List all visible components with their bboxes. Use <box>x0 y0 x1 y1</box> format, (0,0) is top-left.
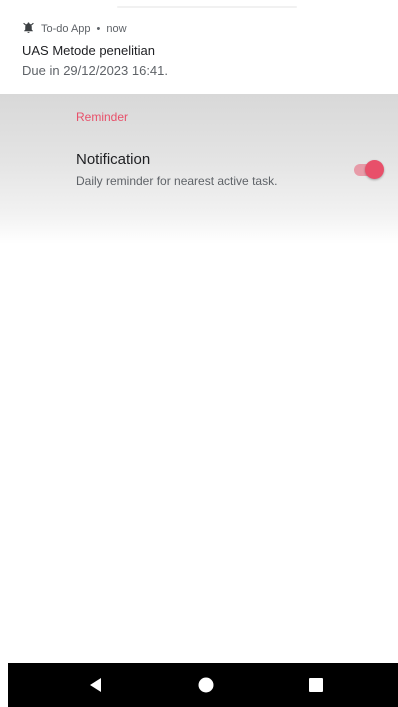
category-title-reminder: Reminder <box>76 110 129 124</box>
switch-thumb[interactable] <box>365 160 384 179</box>
recents-square-icon[interactable] <box>306 675 326 695</box>
notification-body: Due in 29/12/2023 16:41. <box>22 63 169 78</box>
back-triangle-icon[interactable] <box>86 675 106 695</box>
home-circle-icon[interactable] <box>196 675 216 695</box>
preference-summary: Daily reminder for nearest active task. <box>76 174 278 188</box>
drag-handle[interactable] <box>117 6 297 8</box>
system-navigation-bar <box>8 663 398 707</box>
settings-screen: Reminder Notification Daily reminder for… <box>0 94 398 244</box>
notification-title: UAS Metode penelitian <box>22 43 155 58</box>
notification-time: now <box>106 23 127 35</box>
notification-separator: • <box>96 23 101 35</box>
alarm-bell-icon <box>22 21 35 37</box>
notification-toggle-switch[interactable] <box>352 158 386 180</box>
notification-header: To-do App • now <box>22 20 127 38</box>
preference-title: Notification <box>76 151 151 168</box>
notification-app-name: To-do App <box>41 23 91 35</box>
notification-card[interactable]: To-do App • now UAS Metode penelitian Du… <box>0 0 398 94</box>
notification-preference-row[interactable]: Notification Daily reminder for nearest … <box>0 144 398 194</box>
